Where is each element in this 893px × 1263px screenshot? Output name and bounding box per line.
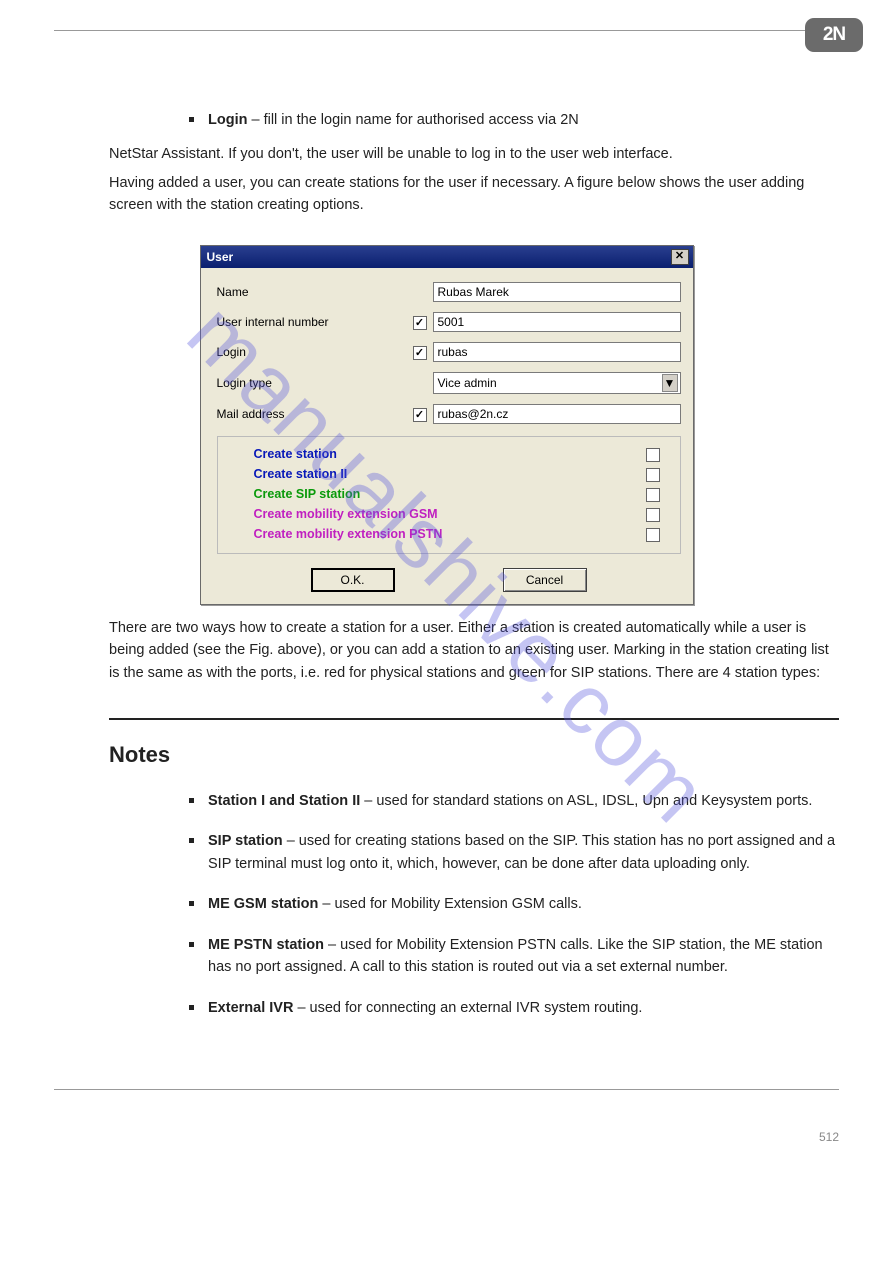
note-2: ME GSM station – used for Mobility Exten… bbox=[189, 893, 839, 915]
bullet-icon bbox=[189, 117, 194, 122]
grp-2: Create SIP station bbox=[254, 485, 361, 504]
paragraph-1: NetStar Assistant. If you don't, the use… bbox=[109, 143, 839, 165]
bullet-icon bbox=[189, 838, 194, 843]
note-2-text: – used for Mobility Extension GSM calls. bbox=[318, 896, 582, 912]
grp-4: Create mobility extension PSTN bbox=[254, 525, 443, 544]
paragraph-after-dialog: There are two ways how to create a stati… bbox=[109, 617, 839, 684]
note-0-lead: Station I and Station II bbox=[208, 793, 360, 809]
dialog-titlebar: User ✕ bbox=[201, 246, 693, 268]
bullet-icon bbox=[189, 798, 194, 803]
logintype-value: Vice admin bbox=[438, 374, 497, 393]
login-checkbox[interactable] bbox=[413, 346, 427, 360]
grp-1-checkbox[interactable] bbox=[646, 468, 660, 482]
bullet-icon bbox=[189, 901, 194, 906]
brand-logo: 2N bbox=[805, 18, 863, 52]
mail-checkbox[interactable] bbox=[413, 408, 427, 422]
note-1-text: – used for creating stations based on th… bbox=[208, 833, 835, 871]
intro-bullet-text: – fill in the login name for authorised … bbox=[247, 112, 578, 128]
create-station-group: Create station Create station II Create … bbox=[217, 436, 681, 554]
intro-bullet-lead: Login bbox=[208, 112, 247, 128]
note-1-lead: SIP station bbox=[208, 833, 283, 849]
page-number: 512 bbox=[30, 1130, 863, 1144]
intro-bullet: Login – fill in the login name for autho… bbox=[189, 109, 839, 131]
label-logintype: Login type bbox=[217, 374, 407, 393]
grp-2-checkbox[interactable] bbox=[646, 488, 660, 502]
grp-3-checkbox[interactable] bbox=[646, 508, 660, 522]
note-4: External IVR – used for connecting an ex… bbox=[189, 997, 839, 1019]
note-4-text: – used for connecting an external IVR sy… bbox=[293, 1000, 642, 1016]
grp-0: Create station bbox=[254, 445, 337, 464]
ok-button[interactable]: O.K. bbox=[311, 568, 395, 592]
logintype-select[interactable]: Vice admin ▼ bbox=[433, 372, 681, 394]
note-1: SIP station – used for creating stations… bbox=[189, 830, 839, 875]
uin-checkbox[interactable] bbox=[413, 316, 427, 330]
bullet-icon bbox=[189, 942, 194, 947]
row-mail: Mail address bbox=[217, 404, 681, 424]
grp-4-checkbox[interactable] bbox=[646, 528, 660, 542]
note-2-lead: ME GSM station bbox=[208, 896, 318, 912]
note-3-lead: ME PSTN station bbox=[208, 937, 324, 953]
label-login: Login bbox=[217, 343, 407, 362]
note-0-text: – used for standard stations on ASL, IDS… bbox=[360, 793, 812, 809]
close-icon[interactable]: ✕ bbox=[671, 249, 689, 265]
note-4-lead: External IVR bbox=[208, 1000, 293, 1016]
note-3: ME PSTN station – used for Mobility Exte… bbox=[189, 934, 839, 979]
chevron-down-icon: ▼ bbox=[662, 374, 678, 392]
row-name: Name bbox=[217, 282, 681, 302]
label-mail: Mail address bbox=[217, 405, 407, 424]
uin-field[interactable] bbox=[433, 312, 681, 332]
section-rule bbox=[109, 718, 839, 720]
row-uin: User internal number bbox=[217, 312, 681, 332]
bullet-icon bbox=[189, 1005, 194, 1010]
grp-1: Create station II bbox=[254, 465, 348, 484]
row-login: Login bbox=[217, 342, 681, 362]
login-field[interactable] bbox=[433, 342, 681, 362]
cancel-button[interactable]: Cancel bbox=[503, 568, 587, 592]
user-dialog: User ✕ Name User internal number Login bbox=[200, 245, 694, 605]
grp-0-checkbox[interactable] bbox=[646, 448, 660, 462]
row-logintype: Login type Vice admin ▼ bbox=[217, 372, 681, 394]
label-name: Name bbox=[217, 283, 407, 302]
dialog-title: User bbox=[207, 248, 234, 267]
mail-field[interactable] bbox=[433, 404, 681, 424]
notes-heading: Notes bbox=[109, 738, 839, 772]
paragraph-2: Having added a user, you can create stat… bbox=[109, 172, 839, 217]
grp-3: Create mobility extension GSM bbox=[254, 505, 438, 524]
label-uin: User internal number bbox=[217, 313, 407, 332]
page-bottom-rule bbox=[54, 1089, 839, 1090]
name-field[interactable] bbox=[433, 282, 681, 302]
note-0: Station I and Station II – used for stan… bbox=[189, 790, 839, 812]
